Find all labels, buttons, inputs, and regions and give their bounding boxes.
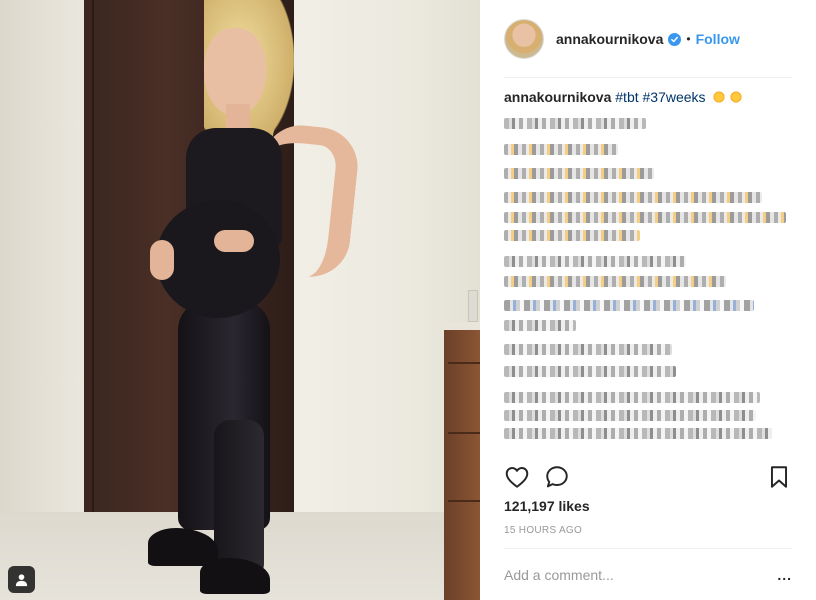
- follow-button[interactable]: Follow: [696, 31, 740, 47]
- pixelated-caption-line: [504, 428, 772, 439]
- pixelated-caption-line: [504, 192, 762, 203]
- sun-emoji-icon: [712, 90, 727, 104]
- post-actions: [504, 464, 792, 494]
- pixelated-caption-line: [504, 410, 756, 421]
- post-header: annakournikova • Follow: [480, 0, 816, 78]
- comment-icon[interactable]: [544, 464, 572, 492]
- more-options-button[interactable]: ...: [772, 567, 792, 583]
- bookmark-icon[interactable]: [766, 464, 794, 492]
- photo-drawer-line: [448, 362, 480, 364]
- pixelated-caption-line: [504, 276, 726, 287]
- header-divider: [504, 77, 792, 78]
- pixelated-caption-line: [504, 392, 760, 403]
- pixelated-caption-line: [504, 300, 754, 311]
- bookmark-icon-glyph: [770, 466, 788, 488]
- hashtag-link[interactable]: #37weeks: [643, 89, 706, 105]
- pixelated-caption-line: [504, 366, 676, 377]
- comment-input[interactable]: [504, 566, 772, 583]
- photo-figure-leg: [214, 420, 264, 580]
- post-photo[interactable]: [0, 0, 480, 600]
- photo-figure-face: [204, 28, 266, 116]
- post-timestamp[interactable]: 15 HOURS AGO: [504, 525, 582, 536]
- photo-door-edge: [92, 0, 94, 520]
- photo-figure-hand: [214, 230, 254, 252]
- pixelated-caption-line: [504, 320, 576, 331]
- comment-icon-glyph: [546, 466, 568, 488]
- comment-box: ...: [504, 548, 792, 600]
- heart-icon-glyph: [505, 467, 529, 488]
- user-tag-glyph: [15, 574, 28, 587]
- photo-drawer-line: [448, 432, 480, 434]
- post-caption: annakournikova #tbt #37weeks: [504, 88, 804, 106]
- heart-icon[interactable]: [504, 464, 532, 492]
- header-username[interactable]: annakournikova: [556, 31, 663, 47]
- pixelated-caption-line: [504, 168, 654, 179]
- caption-username[interactable]: annakournikova: [504, 89, 611, 105]
- pixelated-caption-line: [504, 118, 646, 129]
- user-tag-icon[interactable]: [8, 566, 35, 593]
- likes-count[interactable]: 121,197 likes: [504, 498, 590, 514]
- sun-emoji-icon: [729, 90, 744, 104]
- check-icon: [671, 36, 679, 43]
- photo-cabinet: [444, 330, 480, 600]
- hashtag-link[interactable]: #tbt: [615, 89, 638, 105]
- photo-figure-hand: [150, 240, 174, 280]
- pixelated-caption-line: [504, 144, 618, 155]
- photo-wall: [0, 0, 90, 600]
- verified-badge-icon: [668, 32, 682, 46]
- avatar[interactable]: [504, 19, 544, 59]
- photo-figure-belly: [156, 200, 280, 318]
- post-side-panel: annakournikova • Follow annakournikova #…: [480, 0, 816, 600]
- photo-drawer-line: [448, 500, 480, 502]
- pixelated-caption-line: [504, 230, 640, 241]
- photo-outlet: [468, 290, 478, 322]
- pixelated-caption-line: [504, 344, 672, 355]
- pixelated-caption-line: [504, 256, 686, 267]
- pixelated-caption-line: [504, 212, 786, 223]
- header-separator: •: [686, 32, 691, 46]
